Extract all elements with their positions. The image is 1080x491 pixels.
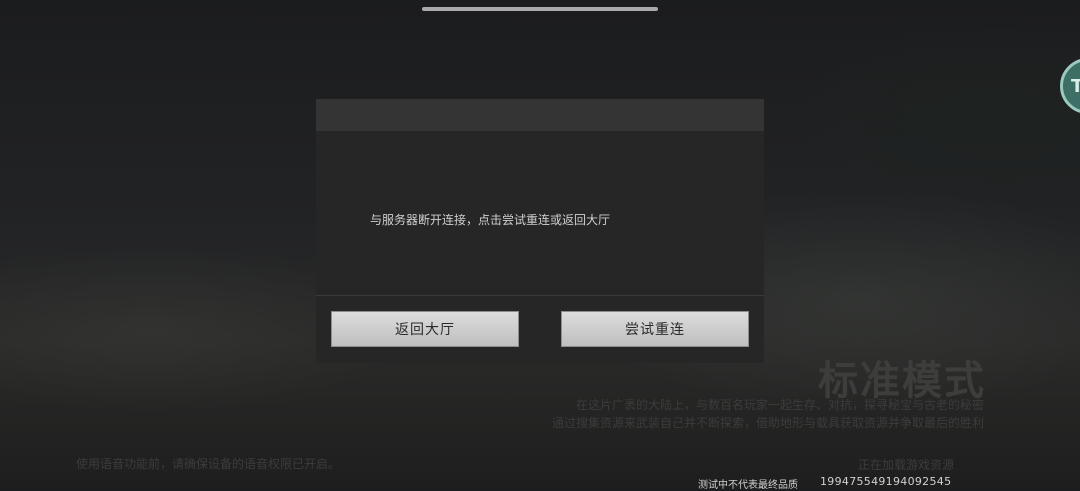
test-quality-note: 测试中不代表最终品质 [698,480,798,491]
loading-status: 正在加载游戏资源 [858,458,955,472]
mode-description-line-2: 通过搜集资源来武装自己并不断探索，借助地形与载具获取资源并争取最后的胜利 [551,416,984,430]
dialog-divider [316,295,764,296]
avatar-letter: T [1071,75,1080,97]
return-lobby-button[interactable]: 返回大厅 [331,311,519,347]
disconnect-dialog: 与服务器断开连接，点击尝试重连或返回大厅 返回大厅 尝试重连 [316,99,764,363]
dialog-header [316,99,764,131]
player-id: 19947554919409254​5 [820,475,952,488]
dialog-message: 与服务器断开连接，点击尝试重连或返回大厅 [370,213,611,227]
retry-connect-button[interactable]: 尝试重连 [561,311,749,347]
voice-permission-tip: 使用语音功能前，请确保设备的语音权限已开启。 [76,457,341,471]
home-indicator-bar [422,7,658,11]
mode-description-line-1: 在这片广袤的大陆上，与数百名玩家一起生存、对抗，探寻秘宝与古老的秘密 [575,398,984,412]
